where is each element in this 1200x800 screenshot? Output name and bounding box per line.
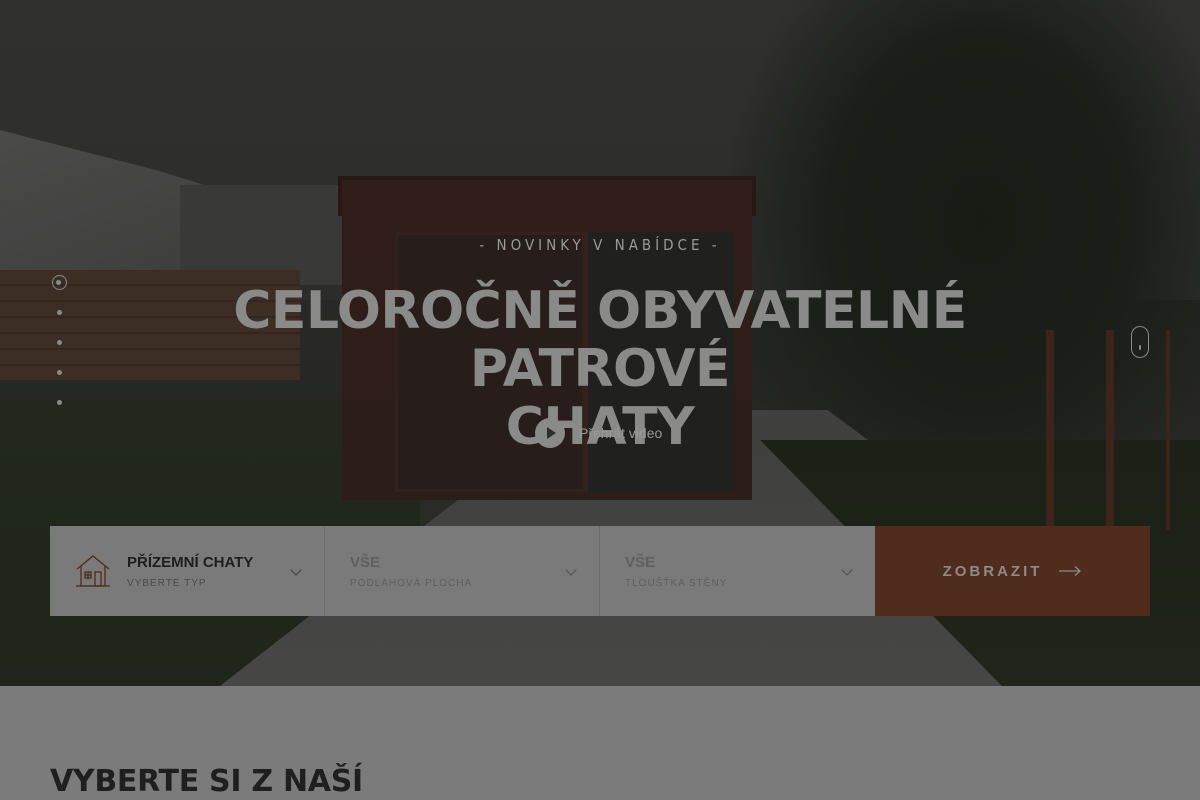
slider-dot-3[interactable]	[56, 340, 62, 345]
play-icon[interactable]	[535, 418, 565, 448]
play-video-label[interactable]: Přehrát video	[579, 425, 662, 441]
catalog-section: VYBERTE SI Z NAŠÍ	[0, 686, 1200, 800]
slider-dot-4[interactable]	[56, 370, 62, 375]
chevron-down-icon	[565, 564, 577, 576]
slider-dot-2[interactable]	[56, 310, 62, 315]
filter-wall-label: TLOUŠŤKA STĚNY	[625, 578, 728, 589]
house-icon	[76, 555, 110, 587]
product-filter-bar: PŘÍZEMNÍ CHATY VYBERTE TYP VŠE PODLAHOVÁ…	[50, 526, 1150, 616]
filter-wall-select[interactable]: VŠE TLOUŠŤKA STĚNY	[600, 526, 875, 616]
filter-area-label: PODLAHOVÁ PLOCHA	[350, 578, 473, 589]
slider-pagination	[51, 275, 67, 430]
filter-type-label: VYBERTE TYP	[127, 578, 207, 589]
filter-type-value: PŘÍZEMNÍ CHATY	[127, 554, 254, 571]
slider-dot-5[interactable]	[56, 400, 62, 405]
section-title: VYBERTE SI Z NAŠÍ	[50, 764, 363, 799]
filter-area-value: VŠE	[350, 554, 381, 571]
show-results-button[interactable]: ZOBRAZIT	[875, 526, 1150, 616]
slider-dot-1[interactable]	[51, 275, 67, 290]
hero-kicker: - NOVINKY V NABÍDCE -	[479, 236, 721, 254]
filter-area-select[interactable]: VŠE PODLAHOVÁ PLOCHA	[325, 526, 600, 616]
arrow-right-icon	[1059, 566, 1082, 576]
show-results-label: ZOBRAZIT	[942, 562, 1043, 580]
chevron-down-icon	[290, 564, 302, 576]
filter-wall-value: VŠE	[625, 554, 656, 571]
play-video-button[interactable]: Přehrát video	[535, 418, 662, 448]
filter-type-select[interactable]: PŘÍZEMNÍ CHATY VYBERTE TYP	[50, 526, 325, 616]
mouse-scroll-icon[interactable]	[1131, 326, 1149, 358]
hero-headline-line1: CELOROČNĚ OBYVATELNÉ PATROVÉ	[233, 281, 967, 399]
chevron-down-icon	[841, 564, 853, 576]
